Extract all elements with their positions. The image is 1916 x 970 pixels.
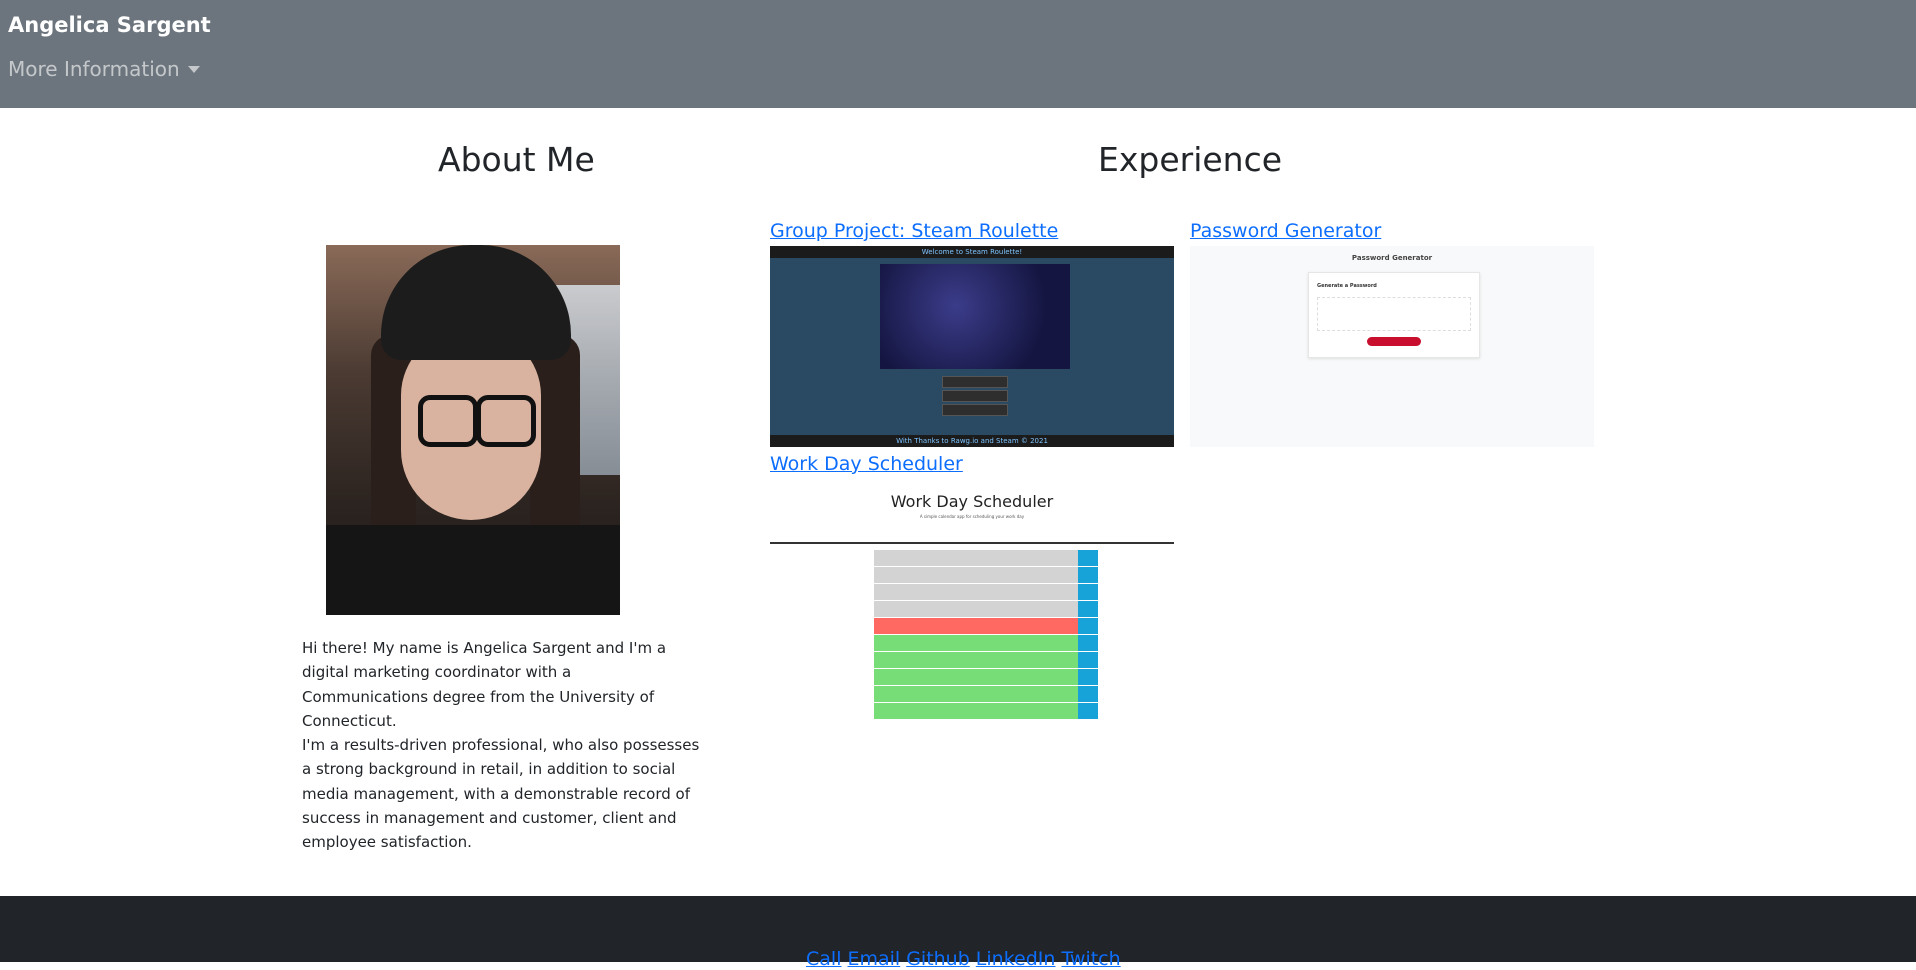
profile-photo xyxy=(326,245,620,615)
thumb-footer: With Thanks to Rawg.io and Steam © 2021 xyxy=(770,435,1174,447)
password-generator-screenshot[interactable]: Password Generator Generate a Password xyxy=(1190,246,1594,447)
save-icon xyxy=(1078,652,1098,669)
scheduler-hour xyxy=(850,601,872,617)
scheduler-hour xyxy=(850,686,872,702)
dropdown-label: More Information xyxy=(8,57,180,81)
footer-link-linkedin[interactable]: LinkedIn xyxy=(976,948,1056,970)
save-icon xyxy=(1078,601,1098,618)
bio-paragraph-1: Hi there! My name is Angelica Sargent an… xyxy=(302,639,667,730)
chevron-down-icon xyxy=(187,65,200,73)
scheduler-hour xyxy=(850,635,872,651)
save-icon xyxy=(1078,584,1098,601)
scheduler-row xyxy=(874,601,1078,618)
scheduler-row xyxy=(874,584,1078,601)
scheduler-hour xyxy=(850,584,872,600)
save-icon xyxy=(1078,550,1098,567)
scheduler-row xyxy=(874,652,1078,669)
scheduler-row xyxy=(874,550,1078,567)
about-heading: About Me xyxy=(438,140,595,179)
experience-heading: Experience xyxy=(1098,140,1283,179)
scheduler-row xyxy=(874,618,1078,635)
thumb-subtitle: A simple calendar app for scheduling you… xyxy=(919,514,1025,519)
scheduler-hour xyxy=(850,618,872,634)
scheduler-hour xyxy=(850,550,872,566)
footer-link-email[interactable]: Email xyxy=(847,948,900,970)
bio-text: Hi there! My name is Angelica Sargent an… xyxy=(302,636,702,855)
scheduler-hour xyxy=(850,652,872,668)
more-information-dropdown[interactable]: More Information xyxy=(8,57,200,81)
navbar-brand[interactable]: Angelica Sargent xyxy=(8,13,211,37)
scheduler-hour xyxy=(850,669,872,685)
navbar: Angelica Sargent More Information xyxy=(0,0,1916,108)
project-link-password-generator[interactable]: Password Generator xyxy=(1190,220,1381,242)
save-icon xyxy=(1078,618,1098,635)
save-icon xyxy=(1078,703,1098,720)
save-icon xyxy=(1078,567,1098,584)
footer-link-github[interactable]: Github xyxy=(906,948,970,970)
scheduler-row xyxy=(874,703,1078,720)
scheduler-hour xyxy=(850,567,872,583)
footer-link-twitch[interactable]: Twitch xyxy=(1061,948,1120,970)
save-icon xyxy=(1078,686,1098,703)
footer-link-call[interactable]: Call xyxy=(806,948,841,970)
project-link-work-day-scheduler[interactable]: Work Day Scheduler xyxy=(770,453,963,475)
steam-roulette-screenshot[interactable]: Welcome to Steam Roulette! With Thanks t… xyxy=(770,246,1174,447)
save-icon xyxy=(1078,635,1098,652)
scheduler-row xyxy=(874,669,1078,686)
thumb-header: Welcome to Steam Roulette! xyxy=(770,246,1174,258)
scheduler-row xyxy=(874,567,1078,584)
thumb-title: Work Day Scheduler xyxy=(890,492,1054,511)
save-icon xyxy=(1078,669,1098,686)
thumb-title: Password Generator xyxy=(1351,254,1433,262)
thumb-label: Generate a Password xyxy=(1317,283,1377,289)
footer-links: Call Email Github LinkedIn Twitch xyxy=(806,948,1121,970)
scheduler-hour xyxy=(850,703,872,719)
scheduler-row xyxy=(874,635,1078,652)
scheduler-row xyxy=(874,686,1078,703)
bio-paragraph-2: I'm a results-driven professional, who a… xyxy=(302,736,700,852)
work-day-scheduler-screenshot[interactable]: Work Day Scheduler A simple calendar app… xyxy=(770,480,1174,730)
project-link-steam-roulette[interactable]: Group Project: Steam Roulette xyxy=(770,220,1058,242)
